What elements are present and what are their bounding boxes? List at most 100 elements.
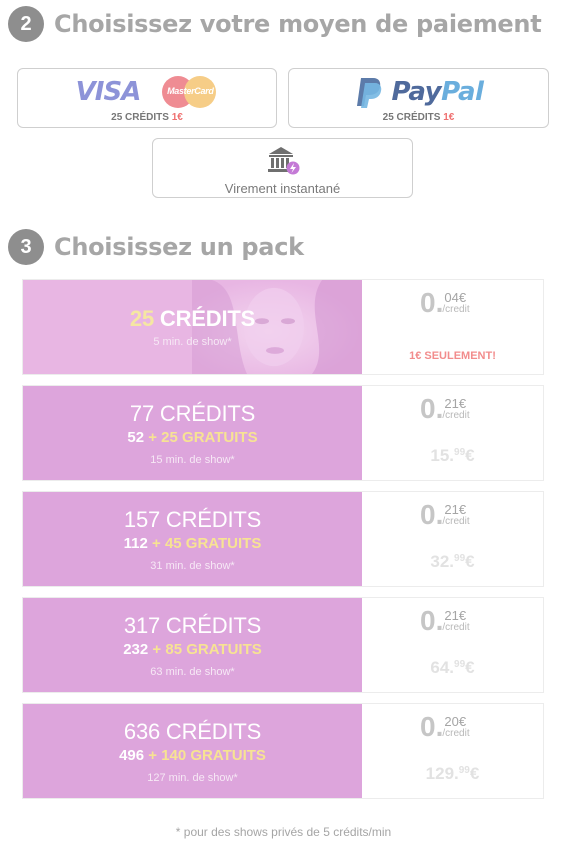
bonus-base: 232: [123, 640, 149, 658]
price-currency: €: [465, 446, 475, 465]
rate-int: 0: [420, 393, 436, 424]
pack-duration: 5 min. de show*: [153, 336, 232, 348]
pack-right-panel: 0. 21€ /credit 32.99€: [362, 492, 543, 586]
price-cents: 99: [458, 765, 470, 776]
pack-credits-title: 317 CRÉDITS: [123, 612, 262, 638]
card-credits-text: 25 CRÉDITS 1€: [111, 112, 183, 123]
pack-duration: 15 min. de show*: [150, 453, 235, 466]
pack-rate: 0. 21€ /credit: [420, 393, 470, 424]
virement-label: Virement instantané: [224, 180, 341, 196]
card-price: 1€: [171, 111, 183, 123]
price-cents: 99: [454, 447, 466, 458]
price-main: 129.: [425, 764, 459, 783]
pack-rate: 0. 21€ /credit: [420, 605, 470, 636]
rate-int: 0: [420, 711, 436, 742]
pack-price: 64.99€: [362, 658, 543, 678]
visa-logo: VISA: [75, 76, 142, 107]
rate-dec: 21€: [444, 502, 467, 517]
payment-card-button[interactable]: VISA MasterCard 25 CRÉDITS 1€: [17, 68, 277, 128]
pack-price: 15.99€: [362, 446, 543, 466]
rate-unit: /credit: [442, 304, 470, 315]
pack-bonus: 232 + 85 GRATUITS: [123, 641, 262, 658]
mastercard-label: MasterCard: [167, 85, 214, 96]
rate-dec: 21€: [444, 608, 467, 623]
rate-unit: /credit: [442, 410, 470, 421]
pack-price: 129.99€: [362, 764, 543, 784]
bonus-gratuits: + 25 GRATUITS: [148, 428, 258, 446]
pack-left-panel: 25 CRÉDITS 5 min. de show*: [23, 280, 362, 374]
pack-credits-title: 636 CRÉDITS: [123, 718, 262, 744]
mastercard-logo-icon: MasterCard: [162, 75, 218, 108]
step-2-title: Choisissez votre moyen de paiement: [54, 10, 542, 38]
pack-credits-title: 77 CRÉDITS: [129, 400, 256, 426]
bonus-base: 52: [127, 428, 145, 446]
pack-left-panel: 317 CRÉDITS 232 + 85 GRATUITS 63 min. de…: [23, 598, 362, 692]
pack-promo-note: 1€ SEULEMENT!: [409, 350, 496, 362]
price-cents: 99: [454, 659, 466, 670]
pack-price: 32.99€: [362, 552, 543, 572]
bonus-gratuits: + 85 GRATUITS: [152, 640, 262, 658]
paypal-logo-icon: [356, 77, 381, 108]
step-3-title: Choisissez un pack: [54, 233, 304, 261]
pack-right-panel: 0. 21€ /credit 64.99€: [362, 598, 543, 692]
pack-157-credits[interactable]: 157 CRÉDITS 112 + 45 GRATUITS 31 min. de…: [22, 491, 544, 587]
step-3-header: 3 Choisissez un pack: [8, 229, 304, 265]
step-2-header: 2 Choisissez votre moyen de paiement: [8, 6, 542, 42]
rate-unit: /credit: [442, 728, 470, 739]
price-currency: €: [465, 658, 475, 677]
pack-rate: 0. 20€ /credit: [420, 711, 470, 742]
rate-int: 0: [420, 499, 436, 530]
paypal-price: 1€: [443, 111, 455, 123]
pack-bonus: 52 + 25 GRATUITS: [127, 429, 257, 446]
price-main: 32.: [430, 552, 455, 571]
bonus-base: 496: [119, 746, 145, 764]
price-currency: €: [469, 764, 480, 783]
pack-bonus: 496 + 140 GRATUITS: [119, 747, 266, 764]
price-main: 15.: [430, 446, 455, 465]
pack-317-credits[interactable]: 317 CRÉDITS 232 + 85 GRATUITS 63 min. de…: [22, 597, 544, 693]
price-currency: €: [465, 552, 475, 571]
step-number-2: 2: [8, 6, 44, 42]
pack-left-panel: 77 CRÉDITS 52 + 25 GRATUITS 15 min. de s…: [23, 386, 362, 480]
bonus-base: 112: [123, 534, 148, 552]
paypal-logos: PayPal: [354, 74, 484, 110]
rate-unit: /credit: [442, 516, 470, 527]
paypal-credits-text: 25 CRÉDITS 1€: [383, 112, 455, 123]
bonus-gratuits: + 140 GRATUITS: [148, 746, 266, 764]
rate-dec: 20€: [444, 714, 467, 729]
pack-636-credits[interactable]: 636 CRÉDITS 496 + 140 GRATUITS 127 min. …: [22, 703, 544, 799]
rate-unit: /credit: [442, 622, 470, 633]
paypal-label-pal: Pal: [441, 76, 484, 107]
pack-right-panel: 0. 20€ /credit 129.99€: [362, 704, 543, 798]
bank-icon: [267, 146, 299, 174]
card-logos: VISA MasterCard: [76, 74, 219, 110]
paypal-label-pay: Pay: [391, 76, 442, 107]
price-main: 64.: [430, 658, 455, 677]
rate-int: 0: [420, 287, 436, 318]
pack-duration: 127 min. de show*: [147, 771, 238, 784]
pack-duration: 31 min. de show*: [150, 559, 235, 572]
pack-rate: 0. 21€ /credit: [420, 499, 470, 530]
pack-25-credits[interactable]: 25 CRÉDITS 5 min. de show* 0. 04€ /credi…: [22, 279, 544, 375]
step-number-3: 3: [8, 229, 44, 265]
pack-right-panel: 0. 21€ /credit 15.99€: [362, 386, 543, 480]
card-credits: 25 CRÉDITS: [111, 111, 169, 123]
rate-int: 0: [420, 605, 436, 636]
footnote: * pour des shows privés de 5 crédits/min: [175, 825, 392, 839]
pack-rate: 0. 04€ /credit: [420, 287, 470, 318]
rate-dec: 21€: [444, 396, 467, 411]
pack-credits-number: 25: [129, 306, 154, 331]
payment-paypal-button[interactable]: PayPal 25 CRÉDITS 1€: [288, 68, 549, 128]
pack-credits-word: CRÉDITS: [159, 306, 256, 331]
pack-left-panel: 636 CRÉDITS 496 + 140 GRATUITS 127 min. …: [23, 704, 362, 798]
pack-duration: 63 min. de show*: [150, 665, 235, 678]
pack-right-panel: 0. 04€ /credit 1€ SEULEMENT!: [362, 280, 543, 374]
bonus-gratuits: + 45 GRATUITS: [152, 534, 262, 552]
payment-virement-button[interactable]: Virement instantané: [152, 138, 413, 198]
pack-credits-title: 157 CRÉDITS: [123, 506, 262, 532]
pack-77-credits[interactable]: 77 CRÉDITS 52 + 25 GRATUITS 15 min. de s…: [22, 385, 544, 481]
paypal-credits: 25 CRÉDITS: [382, 111, 441, 123]
rate-dec: 04€: [444, 290, 467, 305]
pack-bonus: 112 + 45 GRATUITS: [124, 535, 262, 552]
price-cents: 99: [454, 553, 466, 564]
